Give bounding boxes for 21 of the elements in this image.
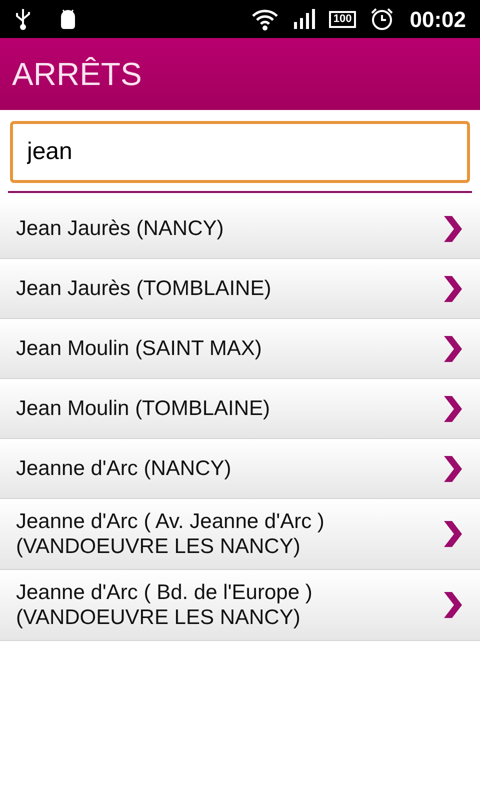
stop-name: Jean Moulin (TOMBLAINE): [16, 396, 272, 421]
chevron-right-icon: [442, 336, 462, 362]
chevron-right-icon: [442, 592, 462, 618]
stop-name: Jeanne d'Arc ( Bd. de l'Europe ) (VANDOEUVRE LES NANCY): [16, 580, 314, 630]
chevron-right-icon: [442, 396, 462, 422]
stop-name: Jean Jaurès (TOMBLAINE): [16, 276, 272, 301]
header-title: ARRÊTS: [12, 55, 142, 94]
chevron-right-icon: [442, 456, 462, 482]
signal-icon: [293, 8, 318, 30]
status-time: 00:02: [410, 6, 466, 34]
battery-icon: 100: [329, 10, 356, 28]
stop-name: Jeanne d'Arc ( Av. Jeanne d'Arc ) (VANDOEUVRE LES NANCY): [16, 509, 326, 559]
stop-name: Jean Jaurès (NANCY): [16, 216, 225, 241]
wifi-icon: [251, 7, 280, 31]
stop-name: Jean Moulin (SAINT MAX): [16, 336, 263, 361]
chevron-right-icon: [442, 216, 462, 242]
alarm-clock-icon: [370, 7, 394, 31]
chevron-right-icon: [442, 521, 462, 547]
stop-name: Jeanne d'Arc (NANCY): [16, 456, 232, 481]
usb-icon: [14, 7, 32, 31]
chevron-right-icon: [442, 276, 462, 302]
